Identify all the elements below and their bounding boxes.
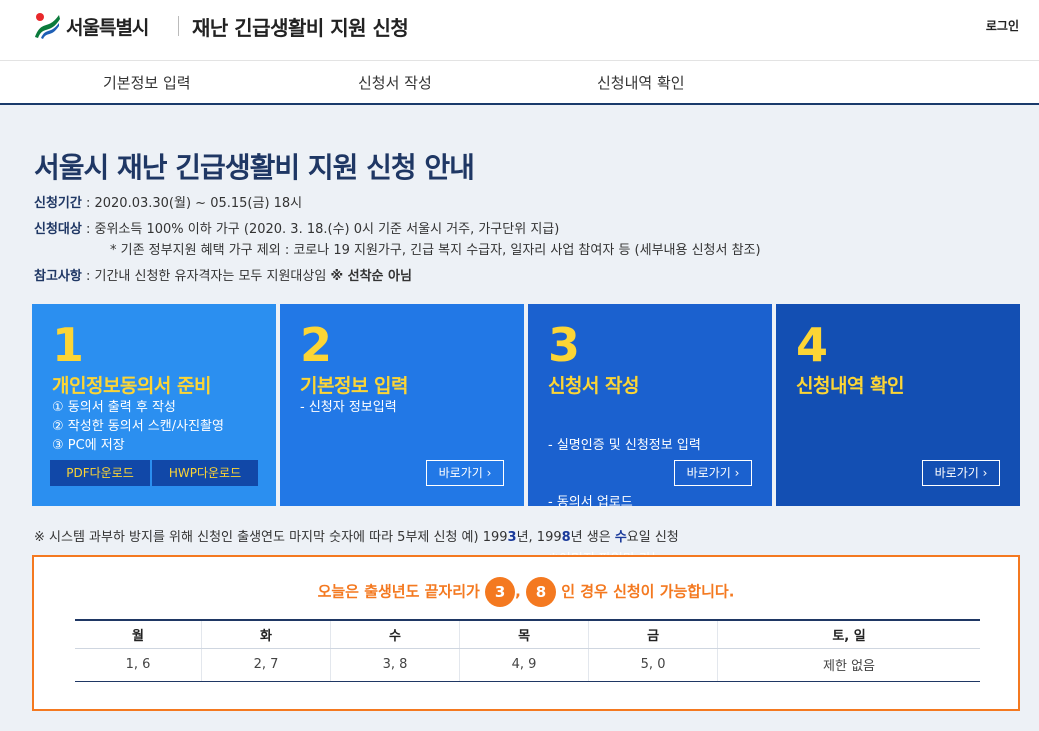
step-number: 1 bbox=[52, 318, 85, 372]
notice-text: ※ 시스템 과부하 방지를 위해 신청인 출생연도 마지막 숫자에 따라 5부제… bbox=[34, 530, 508, 545]
table-header: 토, 일 bbox=[717, 619, 980, 649]
step-number: 4 bbox=[796, 318, 829, 372]
table-cell: 제한 없음 bbox=[717, 648, 980, 682]
step-card-1: 1 개인정보동의서 준비 ① 동의서 출력 후 작성 ② 작성한 동의서 스캔/… bbox=[32, 304, 276, 506]
step-desc-line: ① 동의서 출력 후 작성 bbox=[52, 400, 176, 415]
period-label: 신청기간 bbox=[34, 196, 82, 211]
header: 서울특별시 재난 긴급생활비 지원 신청 로그인 bbox=[0, 0, 1039, 60]
table-header: 목 bbox=[459, 619, 589, 649]
seoul-logo[interactable]: 서울특별시 bbox=[32, 8, 149, 44]
period-value: : 2020.03.30(월) ~ 05.15(금) 18시 bbox=[85, 196, 303, 211]
table-cell: 3, 8 bbox=[330, 648, 460, 682]
notice-text: 년 생은 bbox=[570, 530, 615, 545]
step-card-2: 2 기본정보 입력 - 신청자 정보입력 바로가기 › bbox=[280, 304, 524, 506]
main-heading: 서울시 재난 긴급생활비 지원 신청 안내 bbox=[34, 151, 475, 184]
target-value: : 중위소득 100% 이하 가구 (2020. 3. 18.(수) 0시 기준… bbox=[85, 222, 560, 237]
table-header: 금 bbox=[588, 619, 718, 649]
notice-text: 년, 199 bbox=[516, 530, 562, 545]
nav-application-history[interactable]: 신청내역 확인 bbox=[597, 72, 685, 93]
step-title: 개인정보동의서 준비 bbox=[52, 375, 211, 397]
schedule-table: 월 화 수 목 금 토, 일 1, 6 2, 7 3, 8 4, 9 5, 0 … bbox=[75, 619, 980, 682]
go-application-form-button[interactable]: 바로가기 › bbox=[674, 460, 752, 486]
reference-value: : 기간내 신청한 유자격자는 모두 지원대상임 bbox=[85, 269, 327, 284]
table-cell: 1, 6 bbox=[75, 648, 202, 682]
table-cell: 2, 7 bbox=[201, 648, 331, 682]
step-desc-line: ② 작성한 동의서 스캔/사진촬영 bbox=[52, 419, 224, 434]
today-message: 오늘은 출생년도 끝자리가 3, 8 인 경우 신청이 가능합니다. bbox=[34, 577, 1018, 607]
step-desc-line: - 동의서 업로드 bbox=[548, 495, 633, 510]
target-label: 신청대상 bbox=[34, 222, 82, 237]
step-title: 신청내역 확인 bbox=[796, 375, 905, 397]
step-title: 신청서 작성 bbox=[548, 375, 640, 397]
nav-application-form[interactable]: 신청서 작성 bbox=[358, 72, 432, 93]
reference-label: 참고사항 bbox=[34, 269, 82, 284]
nav-basic-info[interactable]: 기본정보 입력 bbox=[103, 72, 191, 93]
seoul-logo-icon bbox=[32, 11, 62, 41]
notice-day: 수 bbox=[614, 530, 627, 545]
step-number: 3 bbox=[548, 318, 581, 372]
reference-row: 참고사항 : 기간내 신청한 유자격자는 모두 지원대상임 ※ 선착순 아님 bbox=[34, 265, 412, 284]
table-cell: 4, 9 bbox=[459, 648, 589, 682]
table-cell: 5, 0 bbox=[588, 648, 718, 682]
step-description: ① 동의서 출력 후 작성 ② 작성한 동의서 스캔/사진촬영 ③ PC에 저장 bbox=[52, 398, 224, 455]
target-note: * 기존 정부지원 혜택 가구 제외 : 코로나 19 지원가구, 긴급 복지 … bbox=[110, 243, 761, 258]
step-title: 기본정보 입력 bbox=[300, 375, 409, 397]
pdf-download-button[interactable]: PDF다운로드 bbox=[50, 460, 150, 486]
table-header: 화 bbox=[201, 619, 331, 649]
five-day-rule-notice: ※ 시스템 과부하 방지를 위해 신청인 출생연도 마지막 숫자에 따라 5부제… bbox=[34, 526, 679, 545]
step-card-3: 3 신청서 작성 - 실명인증 및 신청정보 입력 - 동의서 업로드 ※이미지… bbox=[528, 304, 772, 567]
notice-text: 요일 신청 bbox=[626, 530, 679, 545]
title-divider bbox=[178, 16, 179, 36]
step-desc-line: - 실명인증 및 신청정보 입력 bbox=[548, 438, 701, 453]
today-text: 인 경우 신청이 가능합니다. bbox=[561, 582, 735, 601]
period-row: 신청기간 : 2020.03.30(월) ~ 05.15(금) 18시 bbox=[34, 192, 302, 211]
go-history-button[interactable]: 바로가기 › bbox=[922, 460, 1000, 486]
notice-digit: 3 bbox=[507, 530, 517, 545]
table-row: 1, 6 2, 7 3, 8 4, 9 5, 0 제한 없음 bbox=[75, 648, 980, 682]
step-number: 2 bbox=[300, 318, 333, 372]
main-nav: 기본정보 입력 신청서 작성 신청내역 확인 bbox=[0, 60, 1039, 105]
today-sep: , bbox=[515, 582, 521, 601]
step-description: - 신청자 정보입력 bbox=[300, 398, 397, 417]
today-digit-badge: 3 bbox=[485, 577, 516, 607]
go-basic-info-button[interactable]: 바로가기 › bbox=[426, 460, 504, 486]
today-eligibility-box: 오늘은 출생년도 끝자리가 3, 8 인 경우 신청이 가능합니다. 월 화 수… bbox=[32, 555, 1020, 711]
reference-bold: ※ 선착순 아님 bbox=[330, 269, 412, 284]
table-header: 월 bbox=[75, 619, 202, 649]
today-text: 오늘은 출생년도 끝자리가 bbox=[317, 582, 480, 601]
target-row: 신청대상 : 중위소득 100% 이하 가구 (2020. 3. 18.(수) … bbox=[34, 218, 559, 237]
hwp-download-button[interactable]: HWP다운로드 bbox=[152, 460, 258, 486]
notice-digit: 8 bbox=[561, 530, 571, 545]
today-digit-badge: 8 bbox=[526, 577, 556, 607]
table-header: 수 bbox=[330, 619, 460, 649]
step-desc-line: - 신청자 정보입력 bbox=[300, 400, 397, 415]
logo-text: 서울특별시 bbox=[66, 16, 149, 39]
login-link[interactable]: 로그인 bbox=[986, 17, 1019, 34]
page-title: 재난 긴급생활비 지원 신청 bbox=[192, 16, 409, 40]
table-header-row: 월 화 수 목 금 토, 일 bbox=[75, 619, 980, 649]
step-desc-line: ③ PC에 저장 bbox=[52, 438, 125, 453]
step-card-4: 4 신청내역 확인 바로가기 › bbox=[776, 304, 1020, 506]
